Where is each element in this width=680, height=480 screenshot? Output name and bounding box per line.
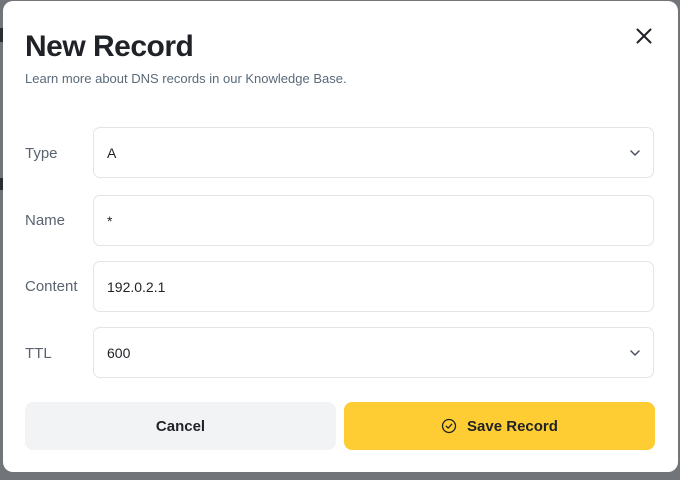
ttl-select[interactable]: 600 xyxy=(93,327,654,378)
dialog-subtitle[interactable]: Learn more about DNS records in our Know… xyxy=(25,71,347,87)
close-button[interactable] xyxy=(631,23,657,49)
chevron-down-icon xyxy=(630,149,640,156)
content-input-value: 192.0.2.1 xyxy=(107,278,166,295)
type-select[interactable]: A xyxy=(93,127,654,178)
ttl-select-value: 600 xyxy=(107,344,131,361)
name-input[interactable]: * xyxy=(93,195,654,246)
type-label: Type xyxy=(25,145,58,162)
name-input-value: * xyxy=(107,212,113,229)
type-select-value: A xyxy=(107,144,117,161)
new-record-dialog: New Record Learn more about DNS records … xyxy=(3,1,678,472)
ttl-label: TTL xyxy=(25,345,52,362)
cancel-button[interactable]: Cancel xyxy=(25,402,336,450)
dialog-title: New Record xyxy=(25,30,194,63)
name-label: Name xyxy=(25,212,66,229)
content-input[interactable]: 192.0.2.1 xyxy=(93,261,654,312)
chevron-down-icon xyxy=(630,349,640,356)
check-circle-icon xyxy=(441,418,457,434)
cancel-button-label: Cancel xyxy=(155,417,206,435)
save-record-button-label: Save Record xyxy=(467,417,558,435)
close-icon xyxy=(636,28,652,44)
content-label: Content xyxy=(25,278,78,295)
save-record-button[interactable]: Save Record xyxy=(344,402,655,450)
